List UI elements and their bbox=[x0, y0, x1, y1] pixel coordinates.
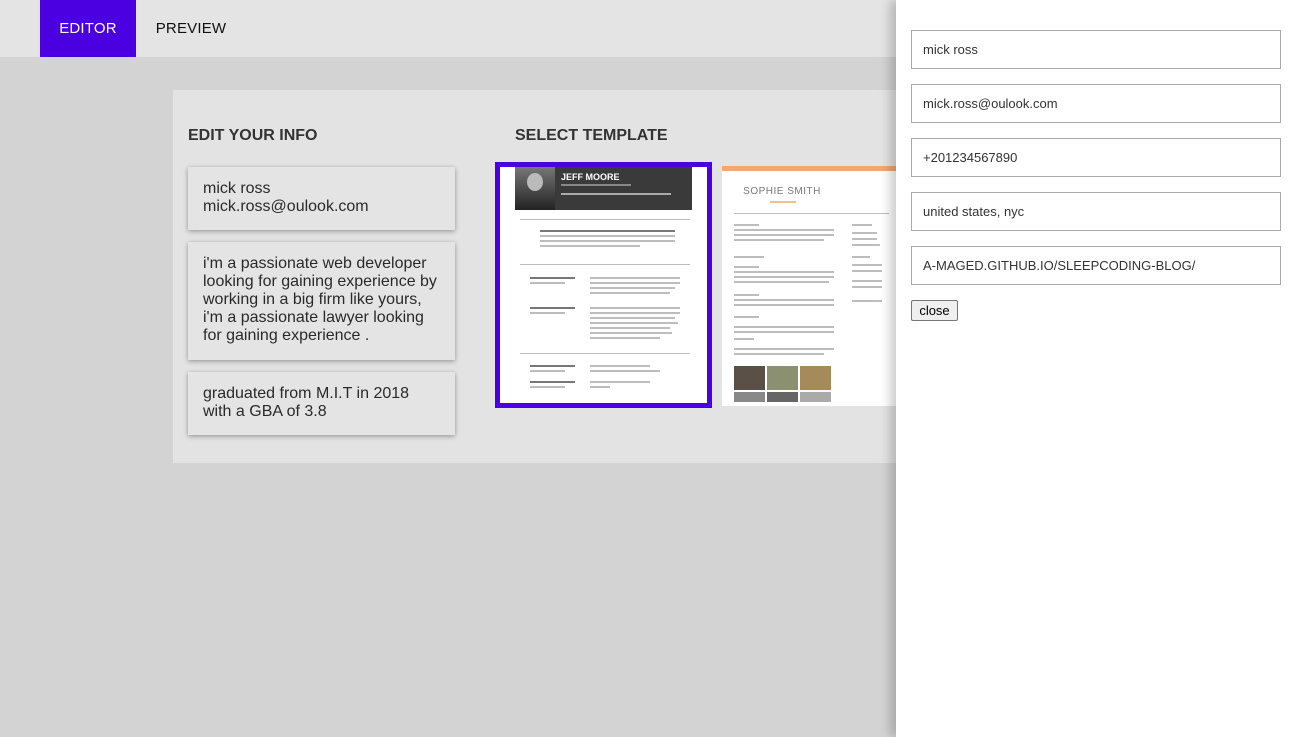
close-button[interactable]: close bbox=[911, 300, 958, 321]
resume-photo bbox=[515, 167, 555, 210]
education-text: graduated from M.I.T in 2018 with a GBA … bbox=[203, 385, 410, 420]
tab-editor[interactable]: EDITOR bbox=[40, 0, 136, 57]
card-name: mick ross bbox=[203, 180, 271, 197]
card-email: mick.ross@oulook.com bbox=[203, 198, 369, 215]
template-thumbnail-selected[interactable]: JEFF MOORE bbox=[495, 162, 712, 408]
resume-name: SOPHIE SMITH bbox=[743, 186, 821, 197]
template-thumbnail[interactable]: SOPHIE SMITH bbox=[722, 166, 902, 406]
email-input[interactable] bbox=[911, 84, 1281, 123]
location-input[interactable] bbox=[911, 192, 1281, 231]
edit-info-heading: EDIT YOUR INFO bbox=[188, 127, 318, 144]
phone-input[interactable] bbox=[911, 138, 1281, 177]
contact-info-card[interactable]: mick ross mick.ross@oulook.com bbox=[188, 167, 455, 230]
website-input[interactable] bbox=[911, 246, 1281, 285]
tab-preview[interactable]: PREVIEW bbox=[146, 0, 236, 57]
resume-name: JEFF MOORE bbox=[561, 172, 620, 182]
edit-drawer: close bbox=[896, 0, 1296, 737]
editor-panel: EDIT YOUR INFO mick ross mick.ross@ouloo… bbox=[173, 90, 933, 463]
summary-text: i'm a passionate web developer looking f… bbox=[203, 255, 437, 344]
summary-card[interactable]: i'm a passionate web developer looking f… bbox=[188, 242, 455, 360]
name-input[interactable] bbox=[911, 30, 1281, 69]
resume-header: JEFF MOORE bbox=[515, 167, 692, 210]
select-template-heading: SELECT TEMPLATE bbox=[515, 127, 668, 144]
education-card[interactable]: graduated from M.I.T in 2018 with a GBA … bbox=[188, 372, 455, 435]
